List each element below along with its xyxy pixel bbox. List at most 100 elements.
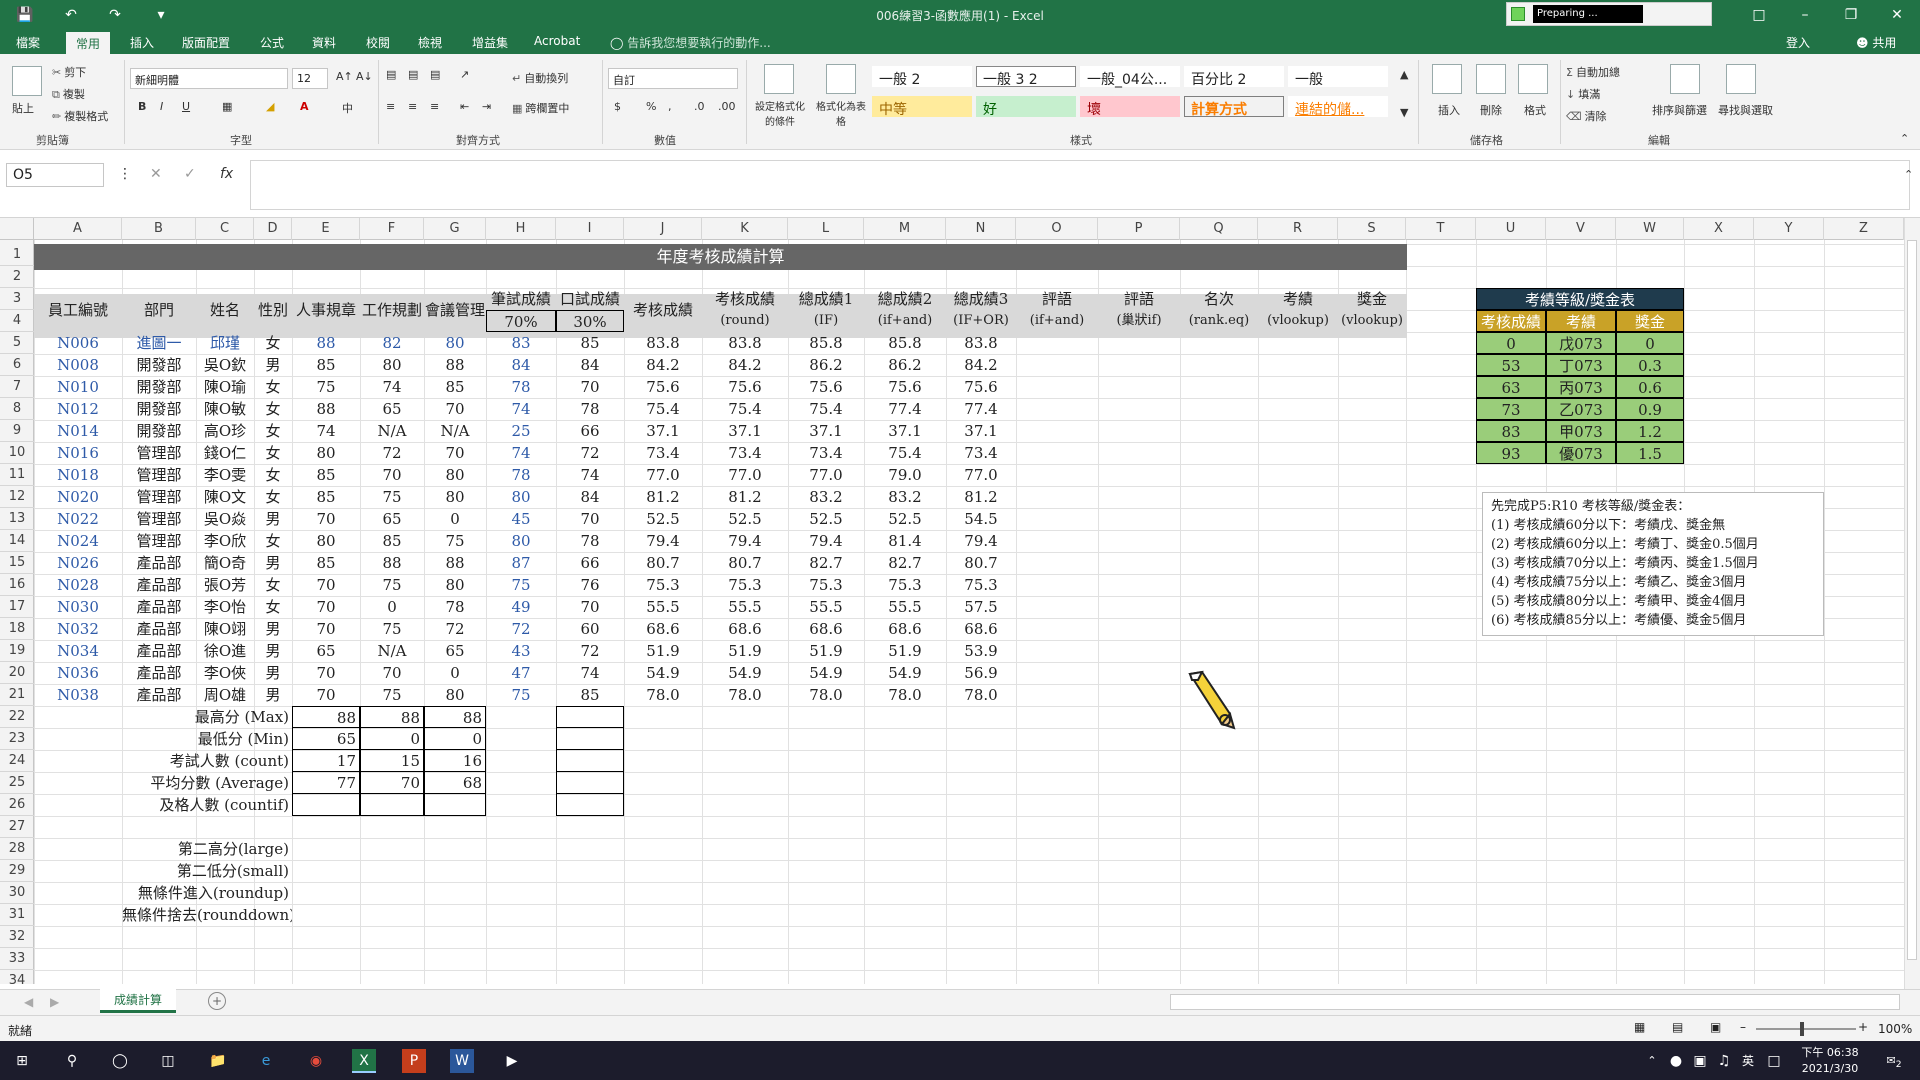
table-cell[interactable]: 84.2 (702, 354, 788, 376)
table-cell[interactable]: 37.1 (864, 420, 946, 442)
percent-icon[interactable]: % (646, 100, 656, 113)
table-cell[interactable]: 78.0 (788, 684, 864, 706)
table-cell[interactable]: 81.4 (864, 530, 946, 552)
stats-value-e[interactable]: 77 (292, 772, 360, 794)
stats-value-f[interactable]: 0 (360, 728, 424, 750)
bonus-table-title[interactable]: 考績等級/獎金表 (1476, 288, 1684, 310)
font-color-icon[interactable]: A (300, 100, 309, 113)
cut-button[interactable]: ✂ 剪下 (52, 64, 86, 80)
table-cell[interactable]: 74 (360, 376, 424, 398)
table-cell[interactable]: 73.4 (624, 442, 702, 464)
delete-cells-icon[interactable] (1476, 64, 1506, 94)
table-cell[interactable]: 70 (556, 508, 624, 530)
ribbon-display-icon[interactable]: □ (1736, 0, 1782, 30)
row-header[interactable]: 21 (0, 684, 34, 706)
table-cell[interactable]: 管理部 (122, 464, 196, 486)
tab-home[interactable]: 常用 (66, 32, 111, 54)
table-cell[interactable]: 72 (424, 618, 486, 640)
bonus-table-cell[interactable]: 93 (1476, 442, 1546, 464)
table-cell[interactable]: 54.9 (788, 662, 864, 684)
row-header[interactable]: 20 (0, 662, 34, 684)
stats-value-i[interactable] (556, 706, 624, 728)
minimize-icon[interactable]: – (1782, 0, 1828, 30)
table-cell[interactable]: 77.4 (864, 398, 946, 420)
table-cell[interactable]: 82.7 (864, 552, 946, 574)
table-cell[interactable]: 85 (556, 684, 624, 706)
table-cell[interactable]: 68.6 (946, 618, 1016, 640)
table-cell[interactable]: N016 (34, 442, 122, 464)
row-header[interactable]: 9 (0, 420, 34, 442)
row-header[interactable]: 28 (0, 838, 34, 860)
horizontal-scrollbar[interactable] (1170, 994, 1900, 1010)
table-cell[interactable]: 邱瑾 (196, 332, 254, 354)
table-cell[interactable]: 70 (292, 596, 360, 618)
wrap-text-button[interactable]: ↵ 自動換列 (512, 70, 568, 86)
table-cell[interactable]: 80.7 (946, 552, 1016, 574)
row-header[interactable]: 17 (0, 596, 34, 618)
table-cell[interactable]: 管理部 (122, 486, 196, 508)
sort-filter-icon[interactable] (1670, 64, 1700, 94)
table-cell[interactable]: 74 (556, 662, 624, 684)
table-cell[interactable]: 88 (424, 354, 486, 376)
tray-chevron-icon[interactable]: ⌃ (1640, 1049, 1664, 1073)
column-header[interactable]: W (1616, 218, 1684, 240)
column-header[interactable]: T (1406, 218, 1476, 240)
tab-addins[interactable]: 增益集 (472, 34, 508, 51)
zoom-slider[interactable] (1756, 1028, 1856, 1030)
conditional-format-button[interactable]: 設定格式化的條件 (752, 98, 808, 128)
column-header[interactable]: E (292, 218, 360, 240)
header-rank-sub[interactable]: (rank.eq) (1180, 310, 1258, 332)
table-cell[interactable]: 88 (424, 552, 486, 574)
table-cell[interactable]: 75.4 (864, 442, 946, 464)
find-select-icon[interactable] (1726, 64, 1756, 94)
table-cell[interactable]: 43 (486, 640, 556, 662)
table-cell[interactable]: 80.7 (624, 552, 702, 574)
table-cell[interactable]: 產品部 (122, 596, 196, 618)
table-cell[interactable]: 75 (486, 684, 556, 706)
table-cell[interactable]: 45 (486, 508, 556, 530)
increase-indent-icon[interactable]: ⇥ (482, 100, 491, 113)
table-cell[interactable]: 74 (556, 464, 624, 486)
zoom-in-icon[interactable]: + (1858, 1020, 1868, 1034)
clock[interactable]: 下午 06:38 2021/3/30 (1790, 1045, 1870, 1077)
table-cell[interactable]: 68.6 (624, 618, 702, 640)
table-cell[interactable]: 83 (486, 332, 556, 354)
table-cell[interactable]: 85.8 (864, 332, 946, 354)
header-round[interactable]: 考核成績 (702, 288, 788, 310)
table-cell[interactable]: 77.0 (624, 464, 702, 486)
table-cell[interactable]: N/A (360, 420, 424, 442)
table-cell[interactable]: N006 (34, 332, 122, 354)
select-all-corner[interactable] (0, 218, 34, 240)
column-header[interactable]: J (624, 218, 702, 240)
notification-icon[interactable]: ✉2 (1882, 1049, 1906, 1073)
table-cell[interactable]: 84.2 (624, 354, 702, 376)
underline-icon[interactable]: U (182, 100, 190, 113)
table-cell[interactable]: 72 (556, 640, 624, 662)
table-cell[interactable]: 49 (486, 596, 556, 618)
table-cell[interactable]: 37.1 (624, 420, 702, 442)
header-name[interactable]: 姓名 (196, 288, 254, 332)
table-cell[interactable]: 李O欣 (196, 530, 254, 552)
table-cell[interactable]: 79.4 (788, 530, 864, 552)
page-layout-view-icon[interactable]: ▤ (1672, 1020, 1683, 1034)
style-bad[interactable]: 壞 (1080, 96, 1180, 118)
bonus-table-cell[interactable]: 丙073 (1546, 376, 1616, 398)
table-cell[interactable]: 陳O文 (196, 486, 254, 508)
row-header[interactable]: 15 (0, 552, 34, 574)
table-cell[interactable]: 54.9 (864, 662, 946, 684)
font-name-select[interactable]: 新細明體 (130, 68, 288, 89)
merge-center-button[interactable]: ▦ 跨欄置中 (512, 100, 569, 116)
table-cell[interactable]: N012 (34, 398, 122, 420)
table-cell[interactable]: 84 (556, 486, 624, 508)
row-header[interactable]: 25 (0, 772, 34, 794)
row-header[interactable]: 33 (0, 948, 34, 970)
table-cell[interactable]: 陳O翊 (196, 618, 254, 640)
table-cell[interactable]: N022 (34, 508, 122, 530)
row-header[interactable]: 32 (0, 926, 34, 948)
table-cell[interactable]: 吳O焱 (196, 508, 254, 530)
format-table-icon[interactable] (826, 64, 856, 94)
table-cell[interactable]: 77.0 (946, 464, 1016, 486)
table-cell[interactable]: N018 (34, 464, 122, 486)
bonus-table-cell[interactable]: 0 (1476, 332, 1546, 354)
bonus-table-cell[interactable]: 戊073 (1546, 332, 1616, 354)
